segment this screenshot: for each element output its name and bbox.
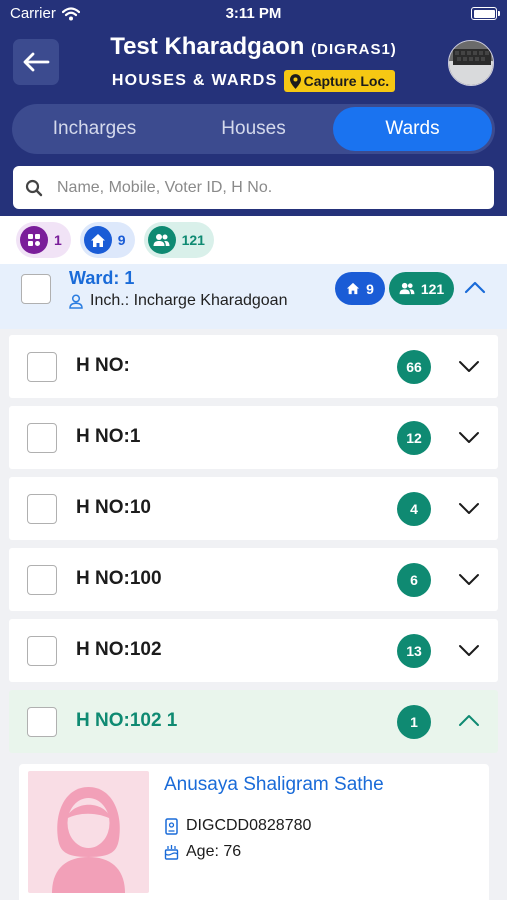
house-voter-count: 6 <box>397 563 431 597</box>
house-voter-count: 66 <box>397 350 431 384</box>
ward-count-chip: 1 <box>16 222 71 258</box>
location-pin-icon <box>289 73 301 89</box>
battery-icon <box>471 7 500 20</box>
search-icon <box>25 179 43 196</box>
house-checkbox[interactable] <box>27 565 57 595</box>
house-number: H NO: <box>76 355 130 376</box>
tab-houses[interactable]: Houses <box>174 107 333 151</box>
house-row-expanded[interactable]: H NO:102 1 1 <box>9 690 498 753</box>
clock: 3:11 PM <box>225 5 282 22</box>
ward-checkbox[interactable] <box>21 274 51 304</box>
avatar-image <box>449 41 493 85</box>
home-icon <box>83 226 112 254</box>
house-voter-count: 13 <box>397 634 431 668</box>
village-name: Test Kharadgaon <box>110 33 305 60</box>
chevron-down-icon[interactable] <box>456 425 482 449</box>
page-subtitle: HOUSES & WARDS <box>111 72 278 89</box>
house-row[interactable]: H NO:1 12 <box>9 406 498 469</box>
house-count-chip: 9 <box>79 222 135 258</box>
back-button[interactable] <box>13 39 59 85</box>
summary-chips: 1 9 121 <box>0 216 507 264</box>
house-checkbox[interactable] <box>27 636 57 666</box>
status-bar: Carrier 3:11 PM <box>0 0 507 30</box>
house-row[interactable]: H NO:100 6 <box>9 548 498 611</box>
female-avatar-icon <box>52 787 125 893</box>
voter-id-row: DIGCDD0828780 <box>164 817 311 835</box>
cake-icon <box>164 845 179 860</box>
chevron-down-icon[interactable] <box>456 496 482 520</box>
person-icon <box>69 293 83 309</box>
voter-age: Age: 76 <box>186 843 242 860</box>
ward-voter-badge: 121 <box>389 272 454 305</box>
chevron-up-icon[interactable] <box>462 278 488 298</box>
subtitle-row: HOUSES & WARDS Capture Loc. <box>60 70 447 92</box>
view-tabs: Incharges Houses Wards <box>12 104 495 154</box>
voter-age-row: Age: 76 <box>164 843 241 861</box>
ward-header[interactable]: Ward: 1 Inch.: Incharge Kharadgoan 9 121 <box>0 264 507 329</box>
house-checkbox[interactable] <box>27 707 57 737</box>
voter-name[interactable]: Anusaya Shaligram Sathe <box>164 774 384 796</box>
house-count: 9 <box>117 232 126 248</box>
voter-count: 121 <box>181 232 205 248</box>
id-card-icon <box>165 817 178 835</box>
chevron-up-icon[interactable] <box>456 709 482 733</box>
ward-incharge: Inch.: Incharge Kharadgoan <box>69 292 287 310</box>
house-checkbox[interactable] <box>27 494 57 524</box>
search-input[interactable] <box>57 178 477 197</box>
page-title: Test Kharadgaon (DIGRAS1) <box>60 33 447 61</box>
house-voter-count: 1 <box>397 705 431 739</box>
voter-count-chip: 121 <box>143 222 214 258</box>
house-voter-count: 4 <box>397 492 431 526</box>
app-header: Carrier 3:11 PM Test Kharadgaon (DIGRAS1… <box>0 0 507 216</box>
grid-icon <box>20 226 48 254</box>
house-number: H NO:1 <box>76 426 141 447</box>
house-row[interactable]: H NO:102 13 <box>9 619 498 682</box>
voter-id: DIGCDD0828780 <box>186 817 312 834</box>
people-icon <box>147 226 176 254</box>
house-checkbox[interactable] <box>27 352 57 382</box>
voter-photo <box>28 771 149 893</box>
capture-location-label: Capture Loc. <box>303 73 390 89</box>
home-icon <box>347 282 360 295</box>
search-bar <box>13 166 494 209</box>
ward-count: 1 <box>54 232 62 248</box>
tab-wards[interactable]: Wards <box>333 107 492 151</box>
house-checkbox[interactable] <box>27 423 57 453</box>
tab-incharges[interactable]: Incharges <box>15 107 174 151</box>
ward-title: Ward: 1 <box>69 268 135 288</box>
voter-list: Anusaya Shaligram Sathe DIGCDD0828780 Ag… <box>0 755 507 900</box>
house-row[interactable]: H NO: 66 <box>9 335 498 398</box>
header-title-block: Test Kharadgaon (DIGRAS1) HOUSES & WARDS… <box>60 33 447 92</box>
ward-house-badge: 9 <box>335 272 385 305</box>
village-code: (DIGRAS1) <box>311 41 397 58</box>
chevron-down-icon[interactable] <box>456 638 482 662</box>
house-number: H NO:10 <box>76 497 151 518</box>
capture-location-button[interactable]: Capture Loc. <box>283 70 396 92</box>
arrow-left-icon <box>23 52 50 72</box>
house-row[interactable]: H NO:10 4 <box>9 477 498 540</box>
house-voter-count: 12 <box>397 421 431 455</box>
people-icon <box>399 282 415 295</box>
profile-avatar[interactable] <box>448 40 494 86</box>
house-number: H NO:102 <box>76 639 162 660</box>
chevron-down-icon[interactable] <box>456 354 482 378</box>
chevron-down-icon[interactable] <box>456 567 482 591</box>
house-number: H NO:102 1 <box>76 710 178 731</box>
voter-card[interactable]: Anusaya Shaligram Sathe DIGCDD0828780 Ag… <box>19 764 489 900</box>
house-number: H NO:100 <box>76 568 162 589</box>
ward-house-count: 9 <box>366 280 374 297</box>
ward-voter-count: 121 <box>420 280 445 297</box>
ward-incharge-name: Inch.: Incharge Kharadgoan <box>90 292 288 309</box>
